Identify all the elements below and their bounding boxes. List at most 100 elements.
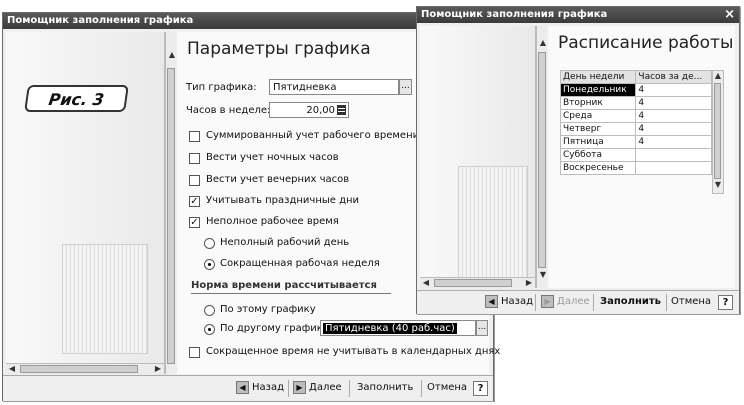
table-row[interactable]: Воскресенье	[559, 161, 712, 175]
right-vscrollbar[interactable]: ▲ ▼	[536, 26, 548, 288]
day-cell[interactable]: Понедельник	[559, 83, 637, 97]
easel-picture	[62, 244, 148, 354]
next-button[interactable]: ▶ Далее	[541, 293, 590, 311]
scroll-thumb[interactable]	[167, 68, 175, 364]
divider	[349, 380, 350, 397]
right-content-panel: Расписание работы День недели Часов за д…	[548, 26, 735, 288]
right-side-hscrollbar[interactable]: ◀ ▶	[420, 277, 535, 289]
next-button-label: Далее	[309, 382, 342, 393]
table-row[interactable]: Понедельник 4	[559, 83, 712, 97]
day-cell[interactable]: Вторник	[559, 96, 637, 110]
radio-part-day[interactable]	[204, 238, 215, 249]
back-button-label: Назад	[501, 296, 534, 307]
left-window-title: Помощник заполнения графика	[7, 15, 194, 26]
divider	[666, 294, 667, 311]
day-cell[interactable]: Среда	[559, 109, 637, 123]
day-cell[interactable]: Суббота	[559, 148, 637, 162]
column-header-day[interactable]: День недели	[559, 70, 637, 84]
left-vscrollbar[interactable]: ▲	[165, 32, 177, 374]
left-side-hscrollbar[interactable]: ◀ ▶	[6, 363, 164, 375]
scroll-up-icon[interactable]: ▲	[712, 71, 724, 80]
hours-cell[interactable]: 4	[635, 83, 712, 97]
radio-short-week-label: Сокращенная рабочая неделя	[220, 258, 380, 269]
table-row[interactable]: Среда 4	[559, 109, 712, 123]
other-schedule-select-button[interactable]: ...	[476, 320, 488, 336]
checkbox-holidays[interactable]: ✓	[189, 196, 200, 207]
other-schedule-field[interactable]: Пятидневка (40 раб.час)	[320, 320, 476, 336]
back-button[interactable]: ◀ Назад	[485, 293, 533, 311]
divider	[421, 380, 422, 397]
easel-picture	[458, 166, 528, 278]
schedule-type-field[interactable]: Пятидневка	[269, 79, 399, 95]
table-row[interactable]: Суббота	[559, 148, 712, 162]
scroll-left-icon[interactable]: ◀	[6, 364, 18, 373]
radio-this-schedule-label: По этому графику	[220, 304, 316, 315]
checkbox-part-time[interactable]: ✓	[189, 217, 200, 228]
table-row[interactable]: Четверг 4	[559, 122, 712, 136]
column-header-hours[interactable]: Часов за де...	[635, 70, 712, 84]
schedule-type-select-button[interactable]: ...	[399, 79, 412, 95]
other-schedule-value: Пятидневка (40 раб.час)	[323, 323, 457, 334]
day-cell[interactable]: Пятница	[559, 135, 637, 149]
fill-button[interactable]: Заполнить	[600, 293, 661, 311]
figure-badge: Рис. 3	[24, 85, 129, 112]
next-button[interactable]: ▶ Далее	[293, 379, 342, 397]
hours-cell[interactable]: 4	[635, 135, 712, 149]
cancel-button[interactable]: Отмена	[427, 379, 467, 397]
right-footer-toolbar: ◀ Назад ▶ Далее Заполнить Отмена ?	[417, 290, 739, 314]
day-cell[interactable]: Четверг	[559, 122, 637, 136]
radio-short-week[interactable]	[204, 259, 215, 270]
hours-cell[interactable]: 4	[635, 109, 712, 123]
checkbox-night-hours[interactable]	[189, 153, 200, 164]
scroll-thumb[interactable]	[538, 52, 546, 268]
arrow-left-icon: ◀	[485, 294, 498, 308]
divider	[593, 294, 594, 311]
arrow-right-icon: ▶	[293, 380, 306, 394]
checkbox-part-time-label: Неполное рабочее время	[206, 216, 339, 227]
scroll-thumb[interactable]	[714, 83, 721, 179]
cancel-button[interactable]: Отмена	[671, 293, 711, 311]
right-side-illustration	[420, 26, 536, 288]
arrow-right-icon: ▶	[541, 294, 554, 308]
checkbox-short-time-calendar[interactable]	[189, 347, 200, 358]
scroll-left-icon[interactable]: ◀	[420, 278, 432, 287]
next-button-label: Далее	[557, 296, 590, 307]
page-title: Расписание работы	[558, 33, 734, 53]
radio-other-schedule-label: По другому графику:	[220, 323, 333, 334]
scroll-right-icon[interactable]: ▶	[152, 364, 164, 373]
radio-other-schedule[interactable]	[204, 324, 215, 335]
left-side-illustration	[6, 32, 165, 374]
checkbox-evening-hours-label: Вести учет вечерних часов	[206, 174, 350, 185]
checkbox-summarized-accounting[interactable]	[189, 131, 200, 142]
left-footer-toolbar: ◀ Назад ▶ Далее Заполнить Отмена ?	[3, 375, 493, 401]
checkbox-holidays-label: Учитывать праздничные дни	[206, 195, 360, 206]
calculator-icon[interactable]	[337, 105, 346, 115]
radio-this-schedule[interactable]	[204, 305, 215, 316]
scroll-right-icon[interactable]: ▶	[523, 278, 535, 287]
hours-cell[interactable]	[635, 161, 712, 175]
right-window-title: Помощник заполнения графика	[421, 9, 608, 20]
right-window-titlebar: Помощник заполнения графика ×	[417, 7, 739, 23]
checkbox-short-time-calendar-label: Сокращенное время не учитывать в календа…	[206, 346, 501, 357]
hours-cell[interactable]: 4	[635, 96, 712, 110]
scroll-thumb[interactable]	[20, 365, 138, 373]
back-button[interactable]: ◀ Назад	[236, 379, 284, 397]
hours-cell[interactable]: 4	[635, 122, 712, 136]
table-vscrollbar[interactable]: ▲ ▼	[712, 70, 724, 194]
scroll-down-icon[interactable]: ▼	[712, 180, 724, 189]
checkbox-evening-hours[interactable]	[189, 175, 200, 186]
fill-button[interactable]: Заполнить	[357, 379, 413, 397]
table-row[interactable]: Вторник 4	[559, 96, 712, 110]
help-button[interactable]: ?	[718, 295, 733, 310]
schedule-type-label: Тип графика:	[186, 82, 257, 93]
table-row[interactable]: Пятница 4	[559, 135, 712, 149]
back-button-label: Назад	[252, 382, 285, 393]
right-wizard-window: Помощник заполнения графика × ◀ ▶ ▲ ▼ Ра…	[416, 6, 740, 314]
help-button[interactable]: ?	[473, 381, 488, 396]
arrow-left-icon: ◀	[236, 380, 249, 394]
day-cell[interactable]: Воскресенье	[559, 161, 637, 175]
close-icon[interactable]: ×	[724, 7, 735, 23]
scroll-thumb[interactable]	[434, 279, 512, 287]
radio-part-day-label: Неполный рабочий день	[220, 237, 350, 248]
hours-cell[interactable]	[635, 148, 712, 162]
